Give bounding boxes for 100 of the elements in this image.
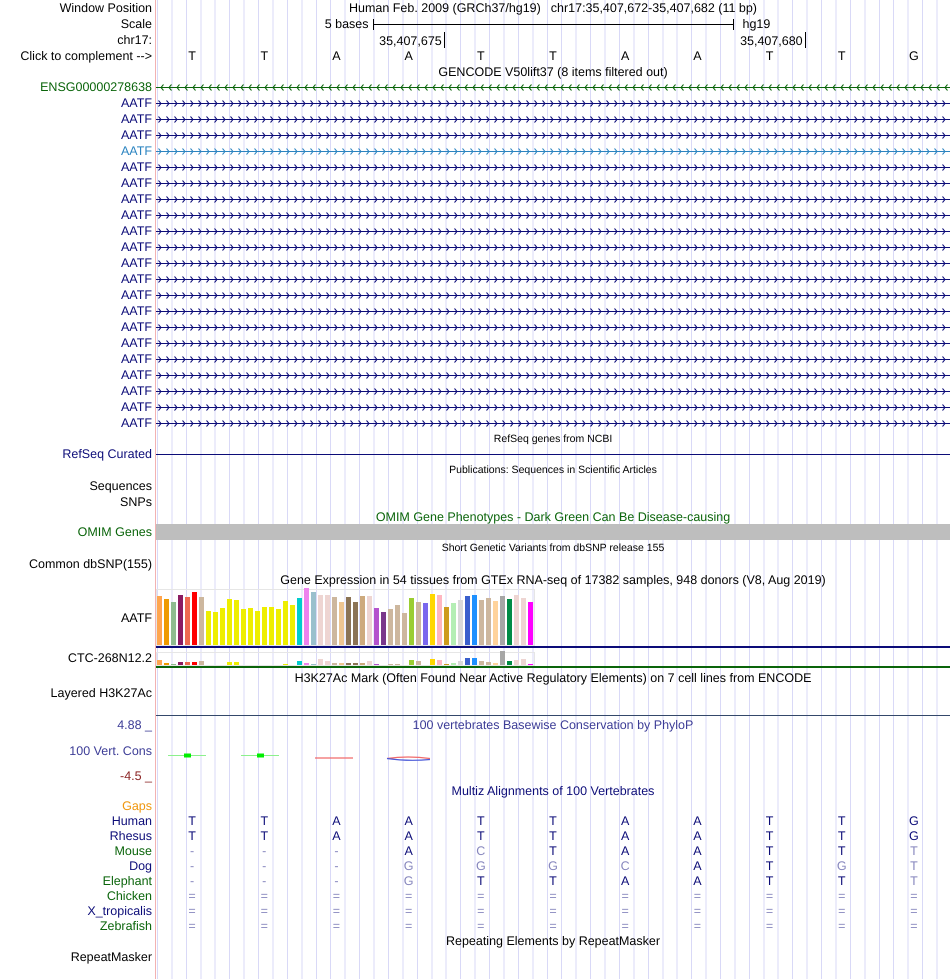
gene-strand-line[interactable] [156,324,950,330]
gene-label[interactable]: AATF [120,288,152,302]
gene-label[interactable]: AATF [120,368,152,382]
expression-bar-series[interactable] [156,651,535,666]
aligned-base: = [260,918,268,932]
gene-label[interactable]: AATF [120,224,152,238]
gene-strand-line[interactable] [156,116,950,122]
aligned-base: T [766,814,774,828]
gene-label[interactable]: AATF [120,160,152,174]
base-letter[interactable]: T [766,49,774,63]
base-letter[interactable]: A [693,49,702,63]
track-label[interactable]: SNPs [120,495,152,509]
gene-strand-line[interactable] [156,84,950,90]
gene-label[interactable]: AATF [120,96,152,110]
expression-bar-series[interactable] [156,588,535,646]
aligned-base: G [909,828,919,842]
species-label[interactable]: Mouse [114,844,152,858]
base-letter[interactable]: A [404,49,413,63]
track-label[interactable]: RefSeq Curated [62,447,152,461]
gene-label[interactable]: AATF [120,256,152,270]
gene-label[interactable]: AATF [120,128,152,142]
phylop-score-mark [240,754,280,758]
gene-strand-line[interactable] [156,100,950,106]
base-letter[interactable]: A [621,49,630,63]
aligned-base: T [910,858,918,872]
base-letter[interactable]: T [476,49,485,63]
gene-strand-line[interactable] [156,212,950,218]
aligned-base: - [262,844,266,858]
aligned-base: T [549,828,557,842]
gene-label[interactable]: AATF [120,112,152,126]
gene-strand-line[interactable] [156,372,950,378]
base-letter[interactable]: T [549,49,557,63]
base-letter[interactable]: T [260,49,268,63]
aligned-base: T [838,874,846,888]
gene-label[interactable]: AATF [120,416,152,430]
aligned-base: = [910,918,918,932]
base-letter[interactable]: A [332,49,341,63]
gene-strand-line[interactable] [156,180,950,186]
gene-label[interactable]: AATF [120,176,152,190]
base-letter[interactable]: G [909,49,919,63]
gene-strand-line[interactable] [156,388,950,394]
aligned-base: T [476,814,485,828]
gene-strand-line[interactable] [156,260,950,266]
coordinate-label: 35,407,675 [379,32,445,48]
aligned-base: T [260,814,268,828]
aligned-base: T [476,828,485,842]
gene-label[interactable]: AATF [120,272,152,286]
gene-strand-line[interactable] [156,228,950,234]
base-letter[interactable]: T [838,49,846,63]
aligned-base: A [332,828,341,842]
species-label[interactable]: Rhesus [110,828,152,842]
gene-strand-line[interactable] [156,244,950,250]
aligned-base: T [260,828,268,842]
aligned-base: = [766,918,774,932]
aligned-base: G [404,858,414,872]
aligned-base: = [260,904,268,918]
species-label[interactable]: Dog [129,858,152,872]
gene-strand-line[interactable] [156,196,950,202]
aligned-base: T [766,844,774,858]
gene-strand-line[interactable] [156,164,950,170]
gene-label[interactable]: AATF [120,144,152,158]
gene-label[interactable]: ENSG00000278638 [40,80,152,94]
gene-label[interactable]: AATF [120,384,152,398]
gene-strand-line[interactable] [156,340,950,346]
track-label[interactable]: Common dbSNP(155) [29,557,152,571]
gene-label[interactable]: AATF [120,208,152,222]
track-label[interactable]: CTC-268N12.2 [68,651,152,665]
gene-label[interactable]: AATF [120,320,152,334]
scale-length: 5 bases [324,17,368,31]
species-label[interactable]: Chicken [106,888,152,902]
gene-strand-line[interactable] [156,292,950,298]
gene-label[interactable]: AATF [120,352,152,366]
complement-label[interactable]: Click to complement --> [20,49,152,63]
gene-label[interactable]: AATF [120,336,152,350]
track-label[interactable]: OMIM Genes [78,525,152,539]
gene-label[interactable]: AATF [120,192,152,206]
track-label[interactable]: Layered H3K27Ac [50,686,152,700]
gene-strand-line[interactable] [156,276,950,282]
gene-label[interactable]: AATF [120,304,152,318]
aligned-base: G [404,874,414,888]
gene-label[interactable]: AATF [120,400,152,414]
aligned-base: = [910,888,918,902]
track-label[interactable]: 100 Vert. Cons [69,744,152,758]
base-letter[interactable]: T [188,49,196,63]
track-label[interactable]: RepeatMasker [70,950,152,964]
species-label[interactable]: Human [112,814,152,828]
aligned-base: = [549,904,557,918]
gene-strand-line[interactable] [156,420,950,426]
gene-strand-line[interactable] [156,356,950,362]
species-label[interactable]: Zebrafish [100,918,152,932]
gene-label[interactable]: AATF [120,240,152,254]
aligned-base: T [838,828,846,842]
species-label[interactable]: Elephant [102,874,152,888]
aligned-base: = [549,918,557,932]
track-label[interactable]: Sequences [89,479,152,493]
species-label[interactable]: X_tropicalis [87,904,152,918]
gene-strand-line[interactable] [156,132,950,138]
gene-strand-line[interactable] [156,404,950,410]
gene-strand-line[interactable] [156,308,950,314]
track-label[interactable]: AATF [120,611,152,625]
